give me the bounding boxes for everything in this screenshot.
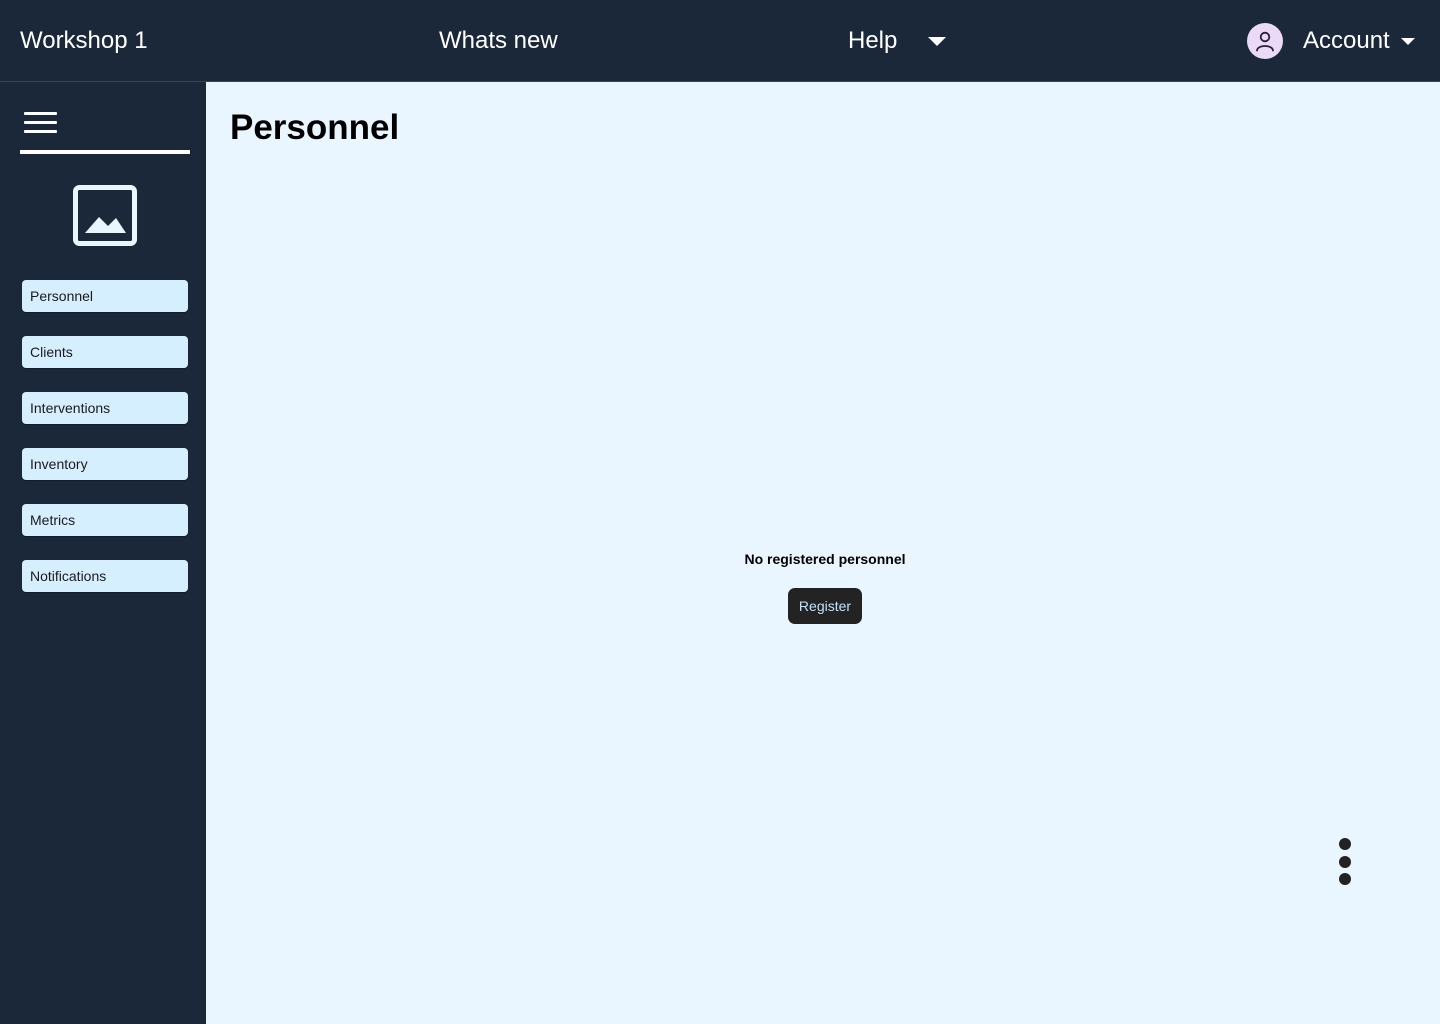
sidebar: Personnel Clients Interventions Inventor… [0, 82, 206, 1024]
user-avatar-icon [1247, 23, 1283, 59]
account-menu[interactable]: Account [1247, 23, 1415, 59]
chevron-down-icon [1400, 37, 1415, 45]
sidebar-item-inventory[interactable]: Inventory [22, 448, 188, 480]
sidebar-item-personnel[interactable]: Personnel [22, 280, 188, 312]
help-label: Help [848, 27, 898, 54]
vertical-dots-icon[interactable] [1332, 836, 1358, 888]
image-placeholder-icon [72, 184, 138, 248]
register-button[interactable]: Register [788, 588, 862, 624]
sidebar-item-metrics[interactable]: Metrics [22, 504, 188, 536]
sidebar-item-interventions[interactable]: Interventions [22, 392, 188, 424]
whats-new-link[interactable]: Whats new [439, 27, 558, 55]
help-dropdown[interactable]: Help [848, 27, 947, 55]
sidebar-item-clients[interactable]: Clients [22, 336, 188, 368]
app-title: Workshop 1 [20, 27, 148, 54]
sidebar-item-notifications[interactable]: Notifications [22, 560, 188, 592]
account-label: Account [1303, 27, 1390, 54]
page-title: Personnel [230, 108, 400, 147]
hamburger-menu-icon[interactable] [24, 110, 58, 138]
chevron-down-icon [928, 36, 947, 46]
menu-divider [20, 150, 190, 154]
top-bar: Workshop 1 Whats new Help Account [0, 0, 1440, 82]
empty-state-message: No registered personnel [744, 551, 906, 567]
